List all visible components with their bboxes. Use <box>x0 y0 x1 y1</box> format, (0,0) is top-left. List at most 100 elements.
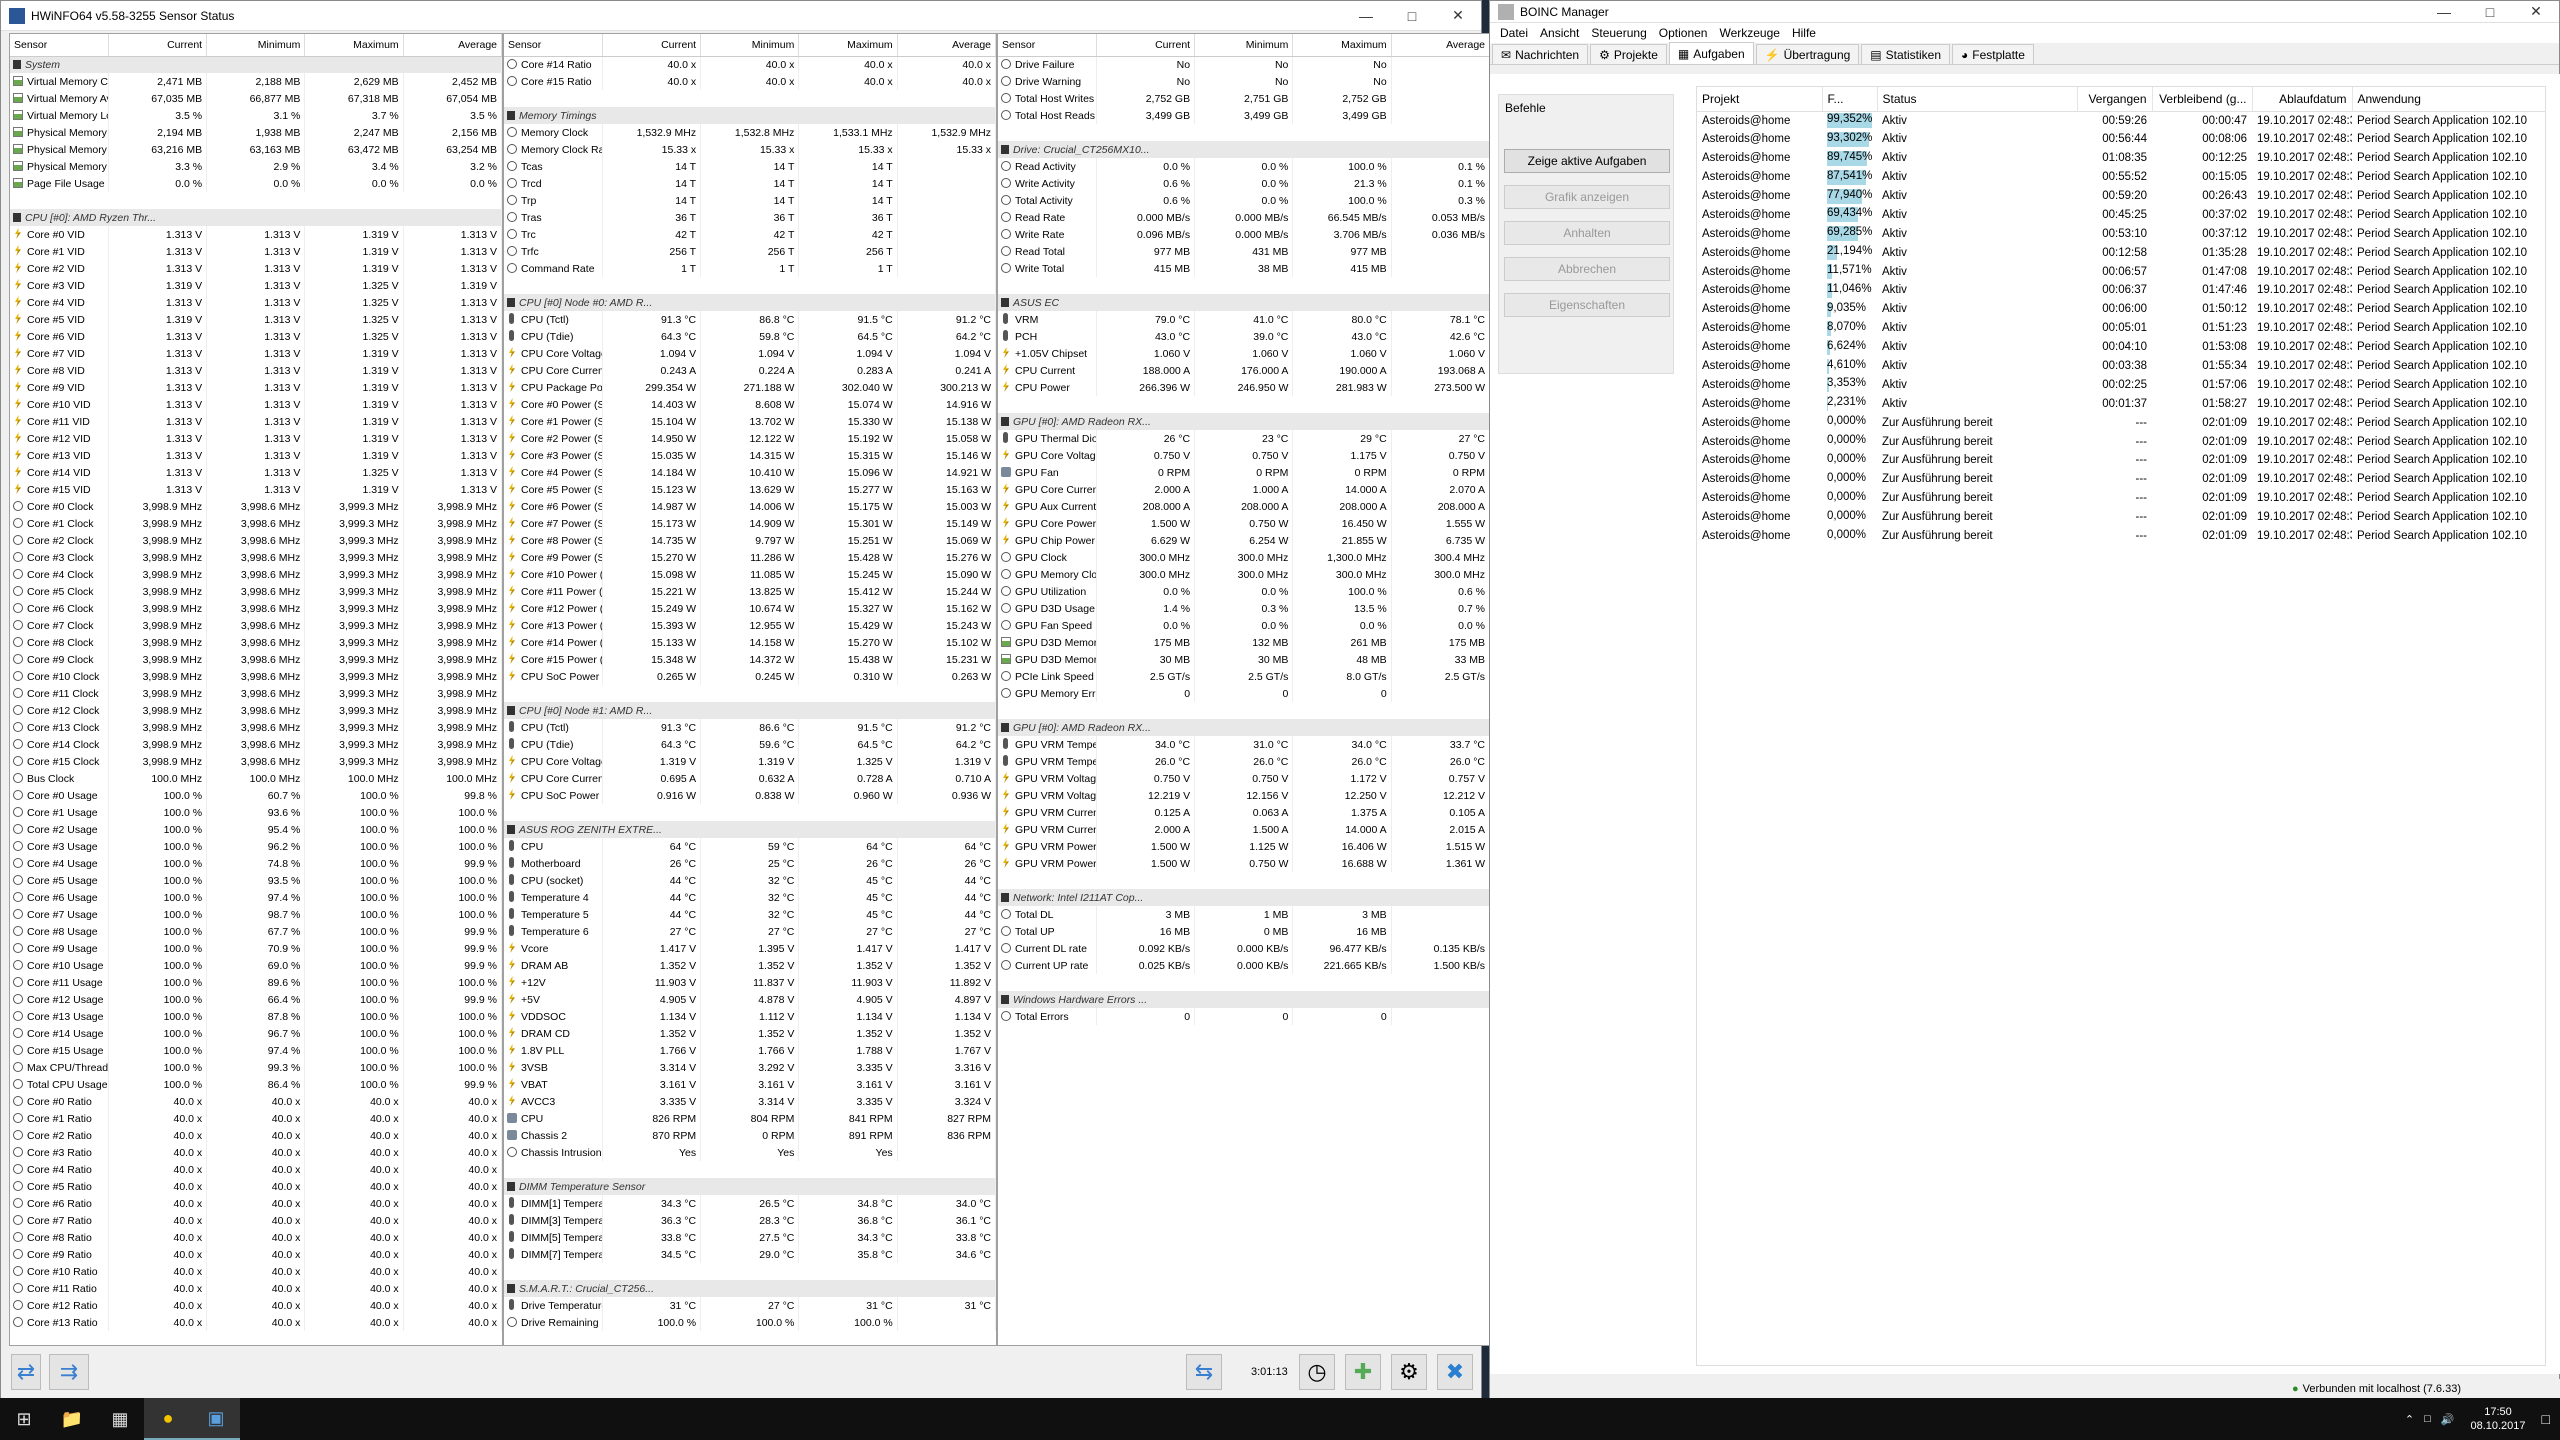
sensor-row[interactable]: Core #1 Power (SMU)15.104 W13.702 W15.33… <box>504 413 996 430</box>
sensor-row[interactable]: Core #14 Power (SMU)15.133 W14.158 W15.2… <box>504 634 996 651</box>
sensor-row[interactable]: Core #14 Clock 3,998.9 MHz 3,998.6 MHz 3,99… <box>10 736 502 753</box>
minimize-button[interactable]: — <box>1343 1 1389 31</box>
sensor-row[interactable]: Core #13 VID 1.313 V 1.313 V 1.319 V 1.313 V <box>10 447 502 464</box>
sensor-row[interactable]: Core #0 VID 1.313 V 1.313 V 1.319 V 1.313 V <box>10 226 502 243</box>
task-row[interactable]: Asteroids@home 2,231% Aktiv 00:01:37 01:58:2… <box>1697 394 2545 413</box>
sensor-row[interactable]: VBAT 3.161 V 3.161 V 3.161 V 3.161 V <box>504 1076 996 1093</box>
sensor-row[interactable]: GPU Core Voltage (VDDC)0.750 V0.750 V1.1… <box>998 447 1490 464</box>
sensor-row[interactable]: GPU VRM Voltage In (VIN/...12.219 V12.15… <box>998 787 1490 804</box>
column-header[interactable]: Minimum <box>700 34 800 57</box>
sensor-row[interactable]: Core #8 Ratio 40.0 x 40.0 x 40.0 x 40.0 x <box>10 1229 502 1246</box>
sensor-group-header[interactable]: CPU [#0] Node #0: AMD R... <box>504 294 996 311</box>
sensor-row[interactable]: Drive Failure No No No <box>998 56 1490 73</box>
sensor-row[interactable]: GPU Fan 0 RPM 0 RPM 0 RPM 0 RPM <box>998 464 1490 481</box>
sensor-panel-2[interactable]: Sensor Current Minimum Maximum Average Core #… <box>503 33 997 1346</box>
sensor-row[interactable]: 3VSB 3.314 V 3.292 V 3.335 V 3.316 V <box>504 1059 996 1076</box>
task-row[interactable]: Asteroids@home 8,070% Aktiv 00:05:01 01:51:2… <box>1697 319 2545 338</box>
column-header[interactable]: Average <box>403 34 502 57</box>
sensor-row[interactable]: Write Activity 0.6 % 0.0 % 21.3 % 0.1 % <box>998 175 1490 192</box>
sensor-row[interactable]: GPU VRM Current Out (IOUT)2.000 A1.500 A… <box>998 821 1490 838</box>
sensor-panel-1[interactable]: Sensor Current Minimum Maximum Average System… <box>9 33 503 1346</box>
sensor-group-header[interactable]: GPU [#0]: AMD Radeon RX... <box>998 413 1490 430</box>
nav-left-icon[interactable]: ⇄ <box>11 1354 41 1390</box>
sensor-row[interactable]: Chassis Intrusion Yes Yes Yes <box>504 1144 996 1161</box>
sensor-row[interactable]: Tcas 14 T 14 T 14 T <box>504 158 996 175</box>
column-header[interactable]: Maximum <box>304 34 404 57</box>
column-header[interactable]: Current <box>108 34 208 57</box>
sensor-row[interactable]: DIMM[5] Temperature33.8 °C27.5 °C34.3 °C… <box>504 1229 996 1246</box>
sensor-row[interactable]: Core #15 Usage 100.0 % 97.4 % 100.0 % 100.0 … <box>10 1042 502 1059</box>
calculator-icon[interactable]: ▦ <box>96 1398 144 1440</box>
sensor-row[interactable]: GPU VRM Power Out (POUT)1.500 W1.125 W16… <box>998 838 1490 855</box>
sensor-row[interactable]: Temperature 5 44 °C 32 °C 45 °C 44 °C <box>504 906 996 923</box>
spacer-row[interactable] <box>10 192 502 209</box>
sensor-row[interactable]: CPU Package Power (SMU)299.354 W271.188 … <box>504 379 996 396</box>
properties-button[interactable]: Eigenschaften <box>1504 293 1670 317</box>
sensor-row[interactable]: VRM 79.0 °C 41.0 °C 80.0 °C 78.1 °C <box>998 311 1490 328</box>
sensor-row[interactable]: Read Total 977 MB 431 MB 977 MB <box>998 243 1490 260</box>
sensor-row[interactable]: Physical Memory Used2,194 MB1,938 MB2,24… <box>10 124 502 141</box>
sensor-row[interactable]: Tras 36 T 36 T 36 T <box>504 209 996 226</box>
sensor-row[interactable]: Core #2 Ratio 40.0 x 40.0 x 40.0 x 40.0 x <box>10 1127 502 1144</box>
sensor-row[interactable]: +12V 11.903 V 11.837 V 11.903 V 11.892 V <box>504 974 996 991</box>
task-row[interactable]: Asteroids@home 69,285% Aktiv 00:53:10 00:37:… <box>1697 224 2545 243</box>
sensor-row[interactable]: Physical Memory Available63,216 MB63,163… <box>10 141 502 158</box>
menu-optionen[interactable]: Optionen <box>1659 26 1708 40</box>
sensor-row[interactable]: GPU Core Current 2.000 A 1.000 A 14.000 A 2.… <box>998 481 1490 498</box>
sensor-group-header[interactable]: Windows Hardware Errors ... <box>998 991 1490 1008</box>
sensor-row[interactable]: Total Activity 0.6 % 0.0 % 100.0 % 0.3 % <box>998 192 1490 209</box>
sensor-row[interactable]: Total Host Reads 3,499 GB 3,499 GB 3,499 GB <box>998 107 1490 124</box>
sensor-row[interactable]: Core #13 Clock 3,998.9 MHz 3,998.6 MHz 3,99… <box>10 719 502 736</box>
col-fortschritt[interactable]: F... <box>1822 87 1878 112</box>
sensor-row[interactable]: Core #1 Clock 3,998.9 MHz 3,998.6 MHz 3,999… <box>10 515 502 532</box>
sensor-row[interactable]: Core #10 Usage 100.0 % 69.0 % 100.0 % 99.9 % <box>10 957 502 974</box>
sensor-row[interactable]: DRAM CD 1.352 V 1.352 V 1.352 V 1.352 V <box>504 1025 996 1042</box>
sensor-row[interactable]: Core #4 VID 1.313 V 1.313 V 1.325 V 1.313 V <box>10 294 502 311</box>
sensor-row[interactable]: Core #6 Power (SMU)14.987 W14.006 W15.17… <box>504 498 996 515</box>
sensor-row[interactable]: Core #13 Ratio 40.0 x 40.0 x 40.0 x 40.0 x <box>10 1314 502 1331</box>
sensor-row[interactable]: Core #5 Clock 3,998.9 MHz 3,998.6 MHz 3,999… <box>10 583 502 600</box>
explorer-icon[interactable]: 📁 <box>48 1398 96 1440</box>
notifications-icon[interactable]: □ <box>2542 1411 2550 1427</box>
sensor-group-header[interactable]: ASUS ROG ZENITH EXTRE... <box>504 821 996 838</box>
sensor-row[interactable]: Core #14 Usage 100.0 % 96.7 % 100.0 % 100.0 … <box>10 1025 502 1042</box>
sensor-row[interactable]: AVCC3 3.335 V 3.314 V 3.335 V 3.324 V <box>504 1093 996 1110</box>
sensor-row[interactable]: Trc 42 T 42 T 42 T <box>504 226 996 243</box>
add-report-icon[interactable]: ✚ <box>1345 1354 1381 1390</box>
task-row[interactable]: Asteroids@home 77,940% Aktiv 00:59:20 00:26:… <box>1697 187 2545 206</box>
sensor-group-header[interactable]: ASUS EC <box>998 294 1490 311</box>
sensor-row[interactable]: GPU VRM Voltage Out (VO...0.750 V0.750 V… <box>998 770 1490 787</box>
sensor-row[interactable]: Page File Usage 0.0 % 0.0 % 0.0 % 0.0 % <box>10 175 502 192</box>
sensor-row[interactable]: Read Activity 0.0 % 0.0 % 100.0 % 0.1 % <box>998 158 1490 175</box>
sensor-row[interactable]: CPU 826 RPM 804 RPM 841 RPM 827 RPM <box>504 1110 996 1127</box>
col-verbleibend[interactable]: Verbleibend (g... <box>2152 87 2253 112</box>
sensor-row[interactable]: Core #3 Power (SMU)15.035 W14.315 W15.31… <box>504 447 996 464</box>
sensor-row[interactable]: Core #9 Clock 3,998.9 MHz 3,998.6 MHz 3,999… <box>10 651 502 668</box>
sensor-row[interactable]: GPU Aux Current 208.000 A 208.000 A 208.000… <box>998 498 1490 515</box>
sensor-row[interactable]: Trfc 256 T 256 T 256 T <box>504 243 996 260</box>
sensor-row[interactable]: Trp 14 T 14 T 14 T <box>504 192 996 209</box>
sensor-row[interactable]: Core #4 Clock 3,998.9 MHz 3,998.6 MHz 3,999… <box>10 566 502 583</box>
tab-statistiken[interactable]: ▤ Statistiken <box>1861 44 1950 64</box>
sensor-row[interactable]: Temperature 4 44 °C 32 °C 45 °C 44 °C <box>504 889 996 906</box>
sensor-row[interactable]: Command Rate 1 T1 T1 T <box>504 260 996 277</box>
sensor-row[interactable]: Core #9 Usage 100.0 % 70.9 % 100.0 % 99.9 % <box>10 940 502 957</box>
sensor-row[interactable]: GPU D3D Usage 1.4 % 0.3 % 13.5 % 0.7 % <box>998 600 1490 617</box>
sensor-row[interactable]: GPU VRM Temperature226.0 °C26.0 °C26.0 °… <box>998 753 1490 770</box>
hwinfo-taskbar-icon[interactable]: ▣ <box>192 1398 240 1440</box>
sensor-row[interactable]: Core #0 Power (SMU)14.403 W8.608 W15.074… <box>504 396 996 413</box>
sensor-row[interactable]: Memory Clock 1,532.9 MHz 1,532.8 MHz 1,533.… <box>504 124 996 141</box>
sensor-row[interactable]: Core #11 Usage 100.0 % 89.6 % 100.0 % 100.0 … <box>10 974 502 991</box>
sensor-row[interactable]: Core #11 Power (SMU)15.221 W13.825 W15.4… <box>504 583 996 600</box>
sensor-row[interactable]: GPU D3D Memory Dynamic30 MB30 MB48 MB33 … <box>998 651 1490 668</box>
sensor-group-header[interactable]: Network: Intel I211AT Cop... <box>998 889 1490 906</box>
task-row[interactable]: Asteroids@home 0,000% Zur Ausführung berei… <box>1697 451 2545 470</box>
sensor-row[interactable]: CPU 64 °C 59 °C 64 °C 64 °C <box>504 838 996 855</box>
sensor-row[interactable]: DIMM[7] Temperature34.5 °C29.0 °C35.8 °C… <box>504 1246 996 1263</box>
network-icon[interactable]: ⇆ <box>1186 1354 1222 1390</box>
spacer-row[interactable] <box>998 124 1490 141</box>
spacer-row[interactable] <box>998 872 1490 889</box>
sensor-group-header[interactable]: GPU [#0]: AMD Radeon RX... <box>998 719 1490 736</box>
sensor-row[interactable]: Total CPU Usage 100.0 % 86.4 % 100.0 % 99.9 … <box>10 1076 502 1093</box>
sensor-row[interactable]: Read Rate 0.000 MB/s 0.000 MB/s 66.545 MB/s… <box>998 209 1490 226</box>
